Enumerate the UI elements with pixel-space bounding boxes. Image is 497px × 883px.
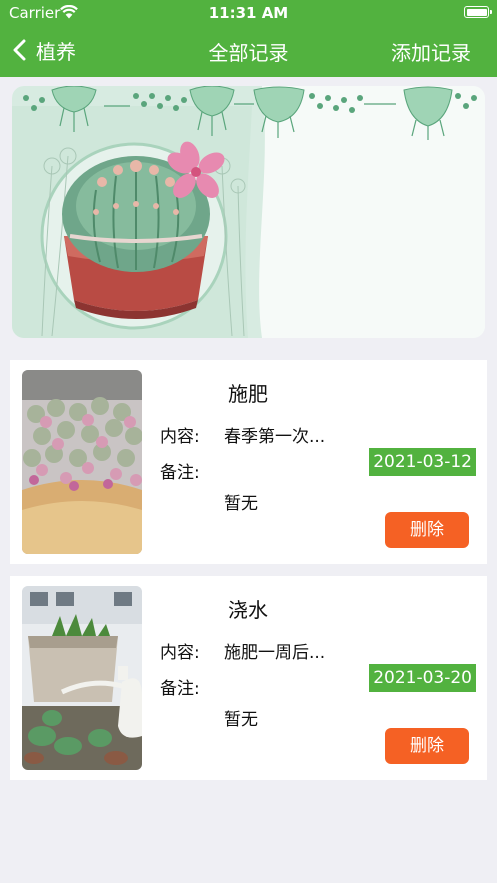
add-record-button[interactable]: 添加记录 [391,37,471,66]
record-thumbnail [22,370,142,554]
content-label: 内容: [160,643,200,663]
note-value: 暂无 [224,494,258,514]
content-label: 内容: [160,427,200,447]
record-date-badge: 2021-03-20 [369,664,476,692]
note-value: 暂无 [224,710,258,730]
content-value: 施肥一周后... [224,643,326,663]
record-card[interactable]: 施肥 内容: 春季第一次... 备注: 2021-03-12 暂无 删除 [10,360,487,564]
status-bar: Carrier 11:31 AM [0,0,497,28]
record-title: 浇水 [228,598,268,622]
chevron-left-icon [13,39,26,61]
page-title: 全部记录 [208,41,289,65]
battery-icon [464,6,492,18]
delete-button[interactable]: 删除 [385,728,469,764]
status-time: 11:31 AM [208,4,289,22]
record-card[interactable]: 浇水 内容: 施肥一周后... 备注: 2021-03-20 暂无 删除 [10,576,487,780]
back-label: 植养 [36,39,76,64]
content-value: 春季第一次... [224,427,326,447]
back-button[interactable]: 植养 [12,34,76,66]
delete-button[interactable]: 删除 [385,512,469,548]
banner-image [12,86,485,338]
navigation-bar: Carrier 11:31 AM 植养 全部记录 添加记录 [0,0,497,77]
record-title: 施肥 [228,382,268,406]
record-date-badge: 2021-03-12 [369,448,476,476]
note-label: 备注: [160,463,200,483]
note-label: 备注: [160,679,200,699]
record-thumbnail [22,586,142,770]
